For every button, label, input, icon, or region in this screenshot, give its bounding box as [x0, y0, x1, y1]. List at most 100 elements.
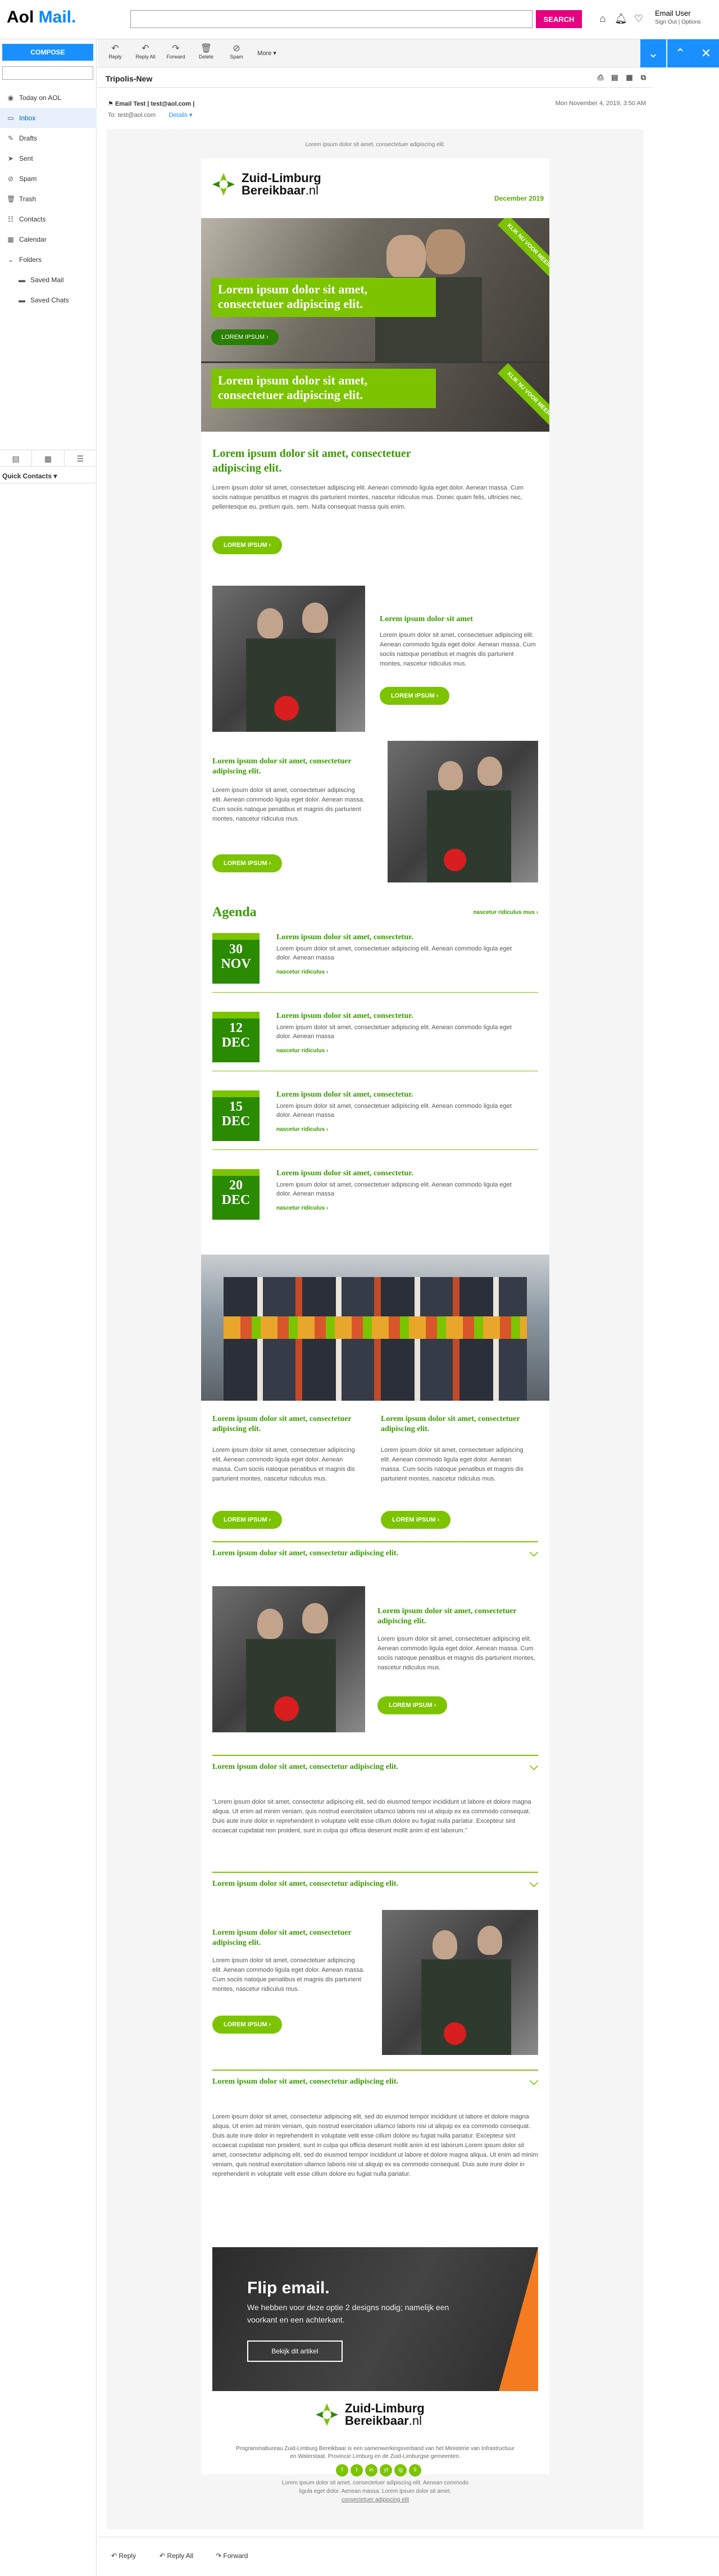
- reply-button[interactable]: ↶ Reply: [101, 43, 129, 60]
- agenda-item-link[interactable]: nascetur ridiculus ›: [276, 1205, 328, 1211]
- youtube-icon[interactable]: yt: [380, 2464, 392, 2477]
- block1-title: Lorem ipsum dolor sit amet: [380, 615, 473, 623]
- block3-text: Lorem ipsum dolor sit amet, consectetuer…: [377, 1636, 535, 1671]
- agenda-item[interactable]: 15 DEC Lorem ipsum dolor sit amet, consec…: [212, 1079, 538, 1150]
- sidebar-item-sent[interactable]: ➤ Sent: [0, 148, 97, 169]
- list-tab-icon[interactable]: ☰: [65, 450, 97, 466]
- hero-button[interactable]: LOREM IPSUM ›: [211, 329, 279, 345]
- block2-text: Lorem ipsum dolor sit amet, consectetuer…: [212, 787, 365, 822]
- user-name: Email User: [655, 9, 691, 17]
- aol-mail-logo[interactable]: Aol Mail.: [7, 8, 76, 27]
- folder-search[interactable]: [2, 66, 93, 80]
- sidebar-item-today[interactable]: ◉ Today on AOL: [0, 88, 97, 108]
- brand-logo[interactable]: Zuid-Limburg Bereikbaar.nl: [210, 171, 321, 198]
- intro-title: Lorem ipsum dolor sit amet, consectetuer…: [212, 447, 411, 474]
- agenda-item-link[interactable]: nascetur ridiculus ›: [276, 1126, 328, 1133]
- sidebar-item-saved-mail[interactable]: ▬ Saved Mail: [0, 270, 97, 290]
- calendar-tab-icon[interactable]: ▦: [32, 450, 65, 466]
- facebook-icon[interactable]: f: [336, 2464, 348, 2477]
- agenda-link[interactable]: nascetur ridiculus mus ›: [473, 909, 538, 916]
- forward-button[interactable]: ↷ Forward: [162, 43, 190, 60]
- reply-icon: ↶: [111, 2552, 117, 2560]
- sidebar-item-folders[interactable]: ⌄ Folders: [0, 250, 97, 270]
- quick-contacts-header[interactable]: Quick Contacts ▾: [0, 469, 97, 483]
- chevron-down-icon: ⌵: [529, 1760, 538, 1773]
- flag-icon[interactable]: ⚑: [108, 101, 113, 107]
- flip-button[interactable]: Bekijk dit artikel: [247, 2340, 343, 2362]
- save-icon[interactable]: ▤: [611, 73, 618, 82]
- bottom-forward-button[interactable]: ↷ Forward: [216, 2552, 248, 2560]
- bell-icon[interactable]: 🔔︎: [615, 12, 627, 25]
- message-toolbar: ↶ Reply ↶ Reply All ↷ Forward 🗑︎ Delete ⊘ Spa…: [98, 39, 719, 67]
- accordion-header[interactable]: Lorem ipsum dolor sit amet, consectetur …: [212, 2070, 538, 2092]
- col1-button[interactable]: LOREM IPSUM ›: [212, 1511, 283, 1529]
- accordion-header[interactable]: Lorem ipsum dolor sit amet, consectetur …: [212, 1541, 538, 1564]
- block3-button[interactable]: LOREM IPSUM ›: [377, 1696, 448, 1714]
- hero-banner[interactable]: KLIK NU VOOR MEER Lorem ipsum dolor sit …: [201, 218, 549, 432]
- block2-button[interactable]: LOREM IPSUM ›: [212, 854, 283, 872]
- twitter-icon[interactable]: t: [351, 2464, 363, 2477]
- contacts-tab-icon[interactable]: ▤: [0, 450, 33, 466]
- linkedin-icon[interactable]: in: [365, 2464, 377, 2477]
- chevron-up-icon[interactable]: ⌃: [667, 39, 693, 67]
- barbecue-photo-2: [388, 741, 538, 882]
- compose-button[interactable]: COMPOSE: [2, 44, 93, 61]
- block1-button[interactable]: LOREM IPSUM ›: [380, 687, 450, 705]
- issue-date: December 2019: [494, 194, 544, 202]
- col2-button[interactable]: LOREM IPSUM ›: [381, 1511, 451, 1529]
- chevron-down-icon[interactable]: ⌄: [640, 39, 666, 67]
- home-icon[interactable]: ⌂: [597, 12, 609, 25]
- email-footer: Lorem ipsum dolor sit amet, consectetuer…: [281, 2480, 469, 2503]
- sidebar-item-calendar[interactable]: ▦ Calendar: [0, 229, 97, 250]
- aol-icon: ◉: [7, 94, 14, 102]
- sidebar-item-spam[interactable]: ⊘ Spam: [0, 169, 97, 189]
- top-bar: Aol Mail. SEARCH ⌂ 🔔︎ ♡ Email User Sign …: [0, 0, 719, 39]
- forward-icon: ↷: [172, 44, 180, 53]
- agenda-item-link[interactable]: nascetur ridiculus ›: [276, 969, 328, 975]
- user-links[interactable]: Sign Out | Options: [655, 19, 701, 25]
- reply-all-button[interactable]: ↶ Reply All: [131, 43, 160, 60]
- details-link[interactable]: Details: [169, 112, 188, 119]
- block4-button[interactable]: LOREM IPSUM ›: [212, 2016, 283, 2034]
- inbox-icon: ▭: [7, 114, 14, 122]
- accordion-header[interactable]: Lorem ipsum dolor sit amet, consectetur …: [212, 1755, 538, 1777]
- calendar-date-badge: 15 DEC: [212, 1090, 260, 1141]
- calendar-icon[interactable]: ▦: [626, 73, 632, 82]
- search-button[interactable]: SEARCH: [536, 10, 582, 28]
- more-button[interactable]: More ▾: [253, 49, 281, 57]
- intro-button[interactable]: LOREM IPSUM ›: [212, 536, 283, 554]
- sidebar-item-saved-chats[interactable]: ▬ Saved Chats: [0, 290, 97, 310]
- instagram-icon[interactable]: ig: [394, 2464, 407, 2477]
- sidebar-item-inbox[interactable]: ▭ Inbox: [0, 108, 97, 128]
- leaf-logo-icon: [210, 171, 237, 198]
- bottom-reply-all-button[interactable]: ↶ Reply All: [160, 2552, 193, 2560]
- spam-button[interactable]: ⊘ Spam: [222, 43, 251, 60]
- sidebar-item-trash[interactable]: 🗑︎ Trash: [0, 189, 97, 209]
- chevron-down-icon: ⌵: [529, 2075, 538, 2088]
- spam-icon: ⊘: [7, 175, 14, 183]
- flip-email-banner[interactable]: Flip email. We hebben voor deze optie 2 …: [212, 2247, 538, 2391]
- heart-icon[interactable]: ♡: [632, 12, 645, 25]
- sidebar-item-drafts[interactable]: ✎ Drafts: [0, 128, 97, 148]
- hero-title-2: Lorem ipsum dolor sit amet, consectetuer…: [211, 369, 436, 408]
- search-input[interactable]: [130, 10, 533, 28]
- preheader-text: Lorem ipsum dolor sit amet, consectetuer…: [305, 142, 445, 148]
- agenda-item[interactable]: 30 NOV Lorem ipsum dolor sit amet, consec…: [212, 922, 538, 993]
- accordion-header[interactable]: Lorem ipsum dolor sit amet, consectetur …: [212, 1872, 538, 1894]
- link-icon[interactable]: li: [409, 2464, 421, 2477]
- popout-icon[interactable]: ⧉: [641, 73, 646, 82]
- agenda-item-link[interactable]: nascetur ridiculus ›: [276, 1048, 328, 1054]
- block4-title: Lorem ipsum dolor sit amet, consectetuer…: [212, 1928, 352, 1947]
- sidebar-item-contacts[interactable]: ☷ Contacts: [0, 209, 97, 229]
- delete-button[interactable]: 🗑︎ Delete: [192, 43, 220, 60]
- intro-text: Lorem ipsum dolor sit amet, consectetuer…: [212, 485, 524, 510]
- print-icon[interactable]: ⎙: [598, 73, 603, 82]
- flip-orange-corner: [499, 2247, 538, 2391]
- chevron-down-icon: ⌄: [7, 256, 14, 264]
- close-icon[interactable]: ✕: [693, 39, 719, 67]
- agenda-item[interactable]: 20 DEC Lorem ipsum dolor sit amet, consec…: [212, 1158, 538, 1229]
- bottom-reply-button[interactable]: ↶ Reply: [111, 2552, 136, 2560]
- hero-title: Lorem ipsum dolor sit amet, consectetuer…: [211, 278, 436, 317]
- agenda-item[interactable]: 12 DEC Lorem ipsum dolor sit amet, consec…: [212, 1000, 538, 1071]
- footer-brand-logo[interactable]: Zuid-Limburg Bereikbaar.nl: [313, 2401, 425, 2428]
